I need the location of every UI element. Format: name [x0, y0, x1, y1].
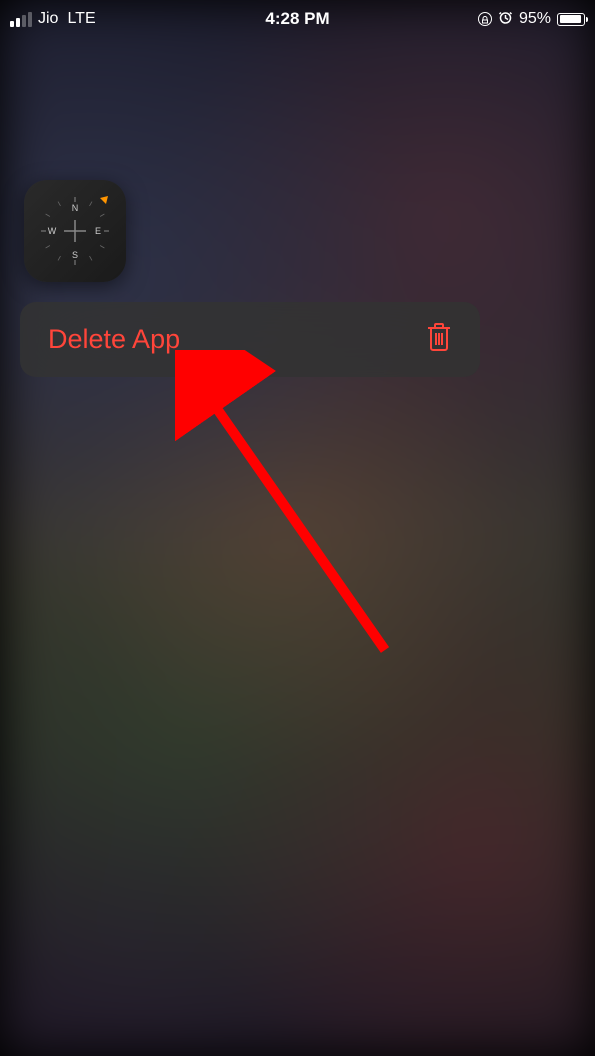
- carrier-label: Jio: [38, 10, 58, 28]
- delete-app-button[interactable]: Delete App: [48, 324, 180, 355]
- blurred-home-background: [0, 0, 595, 1056]
- battery-icon: [557, 13, 585, 26]
- clock-time: 4:28 PM: [265, 9, 329, 29]
- svg-text:S: S: [72, 250, 78, 260]
- orientation-lock-icon: [478, 12, 492, 26]
- signal-strength-icon: [10, 12, 32, 27]
- status-left: Jio LTE: [10, 10, 96, 28]
- svg-text:W: W: [48, 226, 57, 236]
- svg-text:E: E: [95, 226, 101, 236]
- status-right: 95%: [478, 10, 585, 28]
- svg-text:N: N: [72, 203, 79, 213]
- status-bar: Jio LTE 4:28 PM 95%: [0, 0, 595, 38]
- compass-app-icon[interactable]: N S E W: [24, 180, 126, 282]
- trash-icon[interactable]: [426, 322, 452, 357]
- network-type-label: LTE: [67, 10, 95, 28]
- compass-icon: N S E W: [36, 192, 114, 270]
- alarm-icon: [498, 10, 513, 28]
- battery-percentage: 95%: [519, 10, 551, 28]
- context-menu: Delete App: [20, 302, 480, 377]
